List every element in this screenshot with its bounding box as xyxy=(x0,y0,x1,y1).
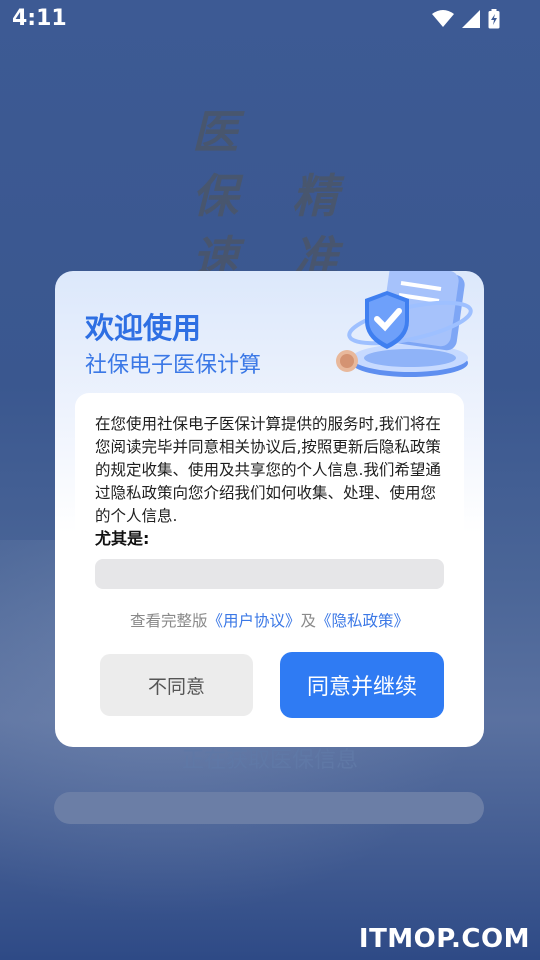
slogan-char: 医 xyxy=(192,105,238,159)
wifi-icon xyxy=(432,10,454,27)
dialog-title: 欢迎使用 xyxy=(85,311,202,345)
status-icons xyxy=(432,9,500,29)
disagree-button[interactable]: 不同意 xyxy=(100,654,253,716)
privacy-policy-link[interactable]: 《隐私政策》 xyxy=(316,612,409,630)
privacy-emphasis: 尤其是: xyxy=(95,529,150,548)
dialog-subtitle: 社保电子医保计算 xyxy=(85,353,262,378)
user-agreement-link[interactable]: 《用户协议》 xyxy=(207,612,300,630)
privacy-body-text: 在您使用社保电子医保计算提供的服务时,我们将在您阅读完毕并同意相关协议后,按照更… xyxy=(95,415,441,525)
battery-icon xyxy=(488,9,500,29)
privacy-content-placeholder xyxy=(95,559,444,589)
agreement-links: 查看完整版《用户协议》及《隐私政策》 xyxy=(55,609,484,631)
status-bar: 4:11 xyxy=(0,0,540,40)
slogan-char: 保 xyxy=(192,169,238,223)
status-time: 4:11 xyxy=(12,6,67,31)
privacy-content[interactable]: 在您使用社保电子医保计算提供的服务时,我们将在您阅读完毕并同意相关协议后,按照更… xyxy=(75,393,464,593)
links-and: 及 xyxy=(300,612,317,630)
agree-continue-button[interactable]: 同意并继续 xyxy=(280,652,444,718)
slogan-char: 精 xyxy=(292,169,338,223)
shield-check-icon xyxy=(336,271,473,377)
loading-progress-bar xyxy=(54,792,484,824)
privacy-dialog: 欢迎使用 社保电子医保计算 在您使用社保电子医保计算提供的服务时,我们将在您阅读… xyxy=(55,271,484,747)
signal-icon xyxy=(462,10,480,28)
watermark: ITMOP.COM xyxy=(358,924,530,954)
links-prefix: 查看完整版 xyxy=(129,612,208,630)
